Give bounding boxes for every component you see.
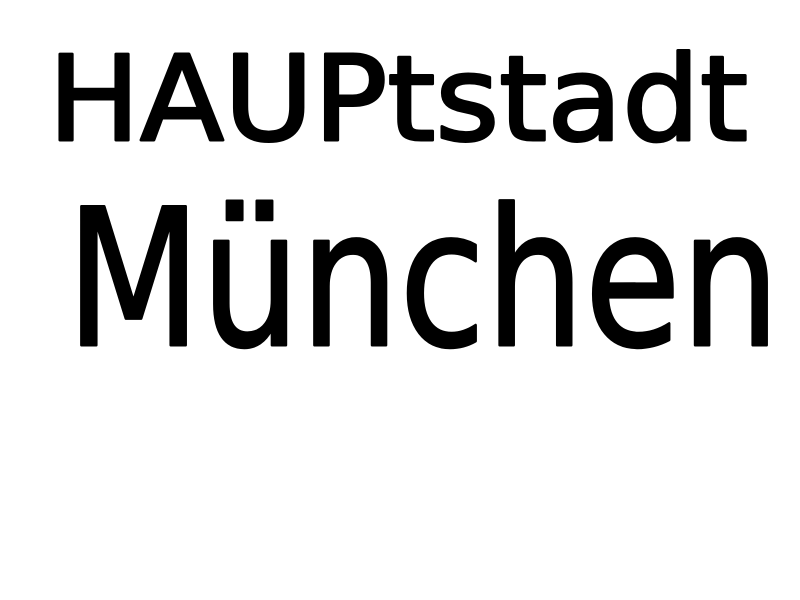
drawing-canvas[interactable]: HAUPtstadt München xyxy=(0,0,800,600)
handwritten-line-hauptstadt: HAUPtstadt xyxy=(48,30,748,168)
handwritten-line-muenchen: München xyxy=(66,169,780,390)
